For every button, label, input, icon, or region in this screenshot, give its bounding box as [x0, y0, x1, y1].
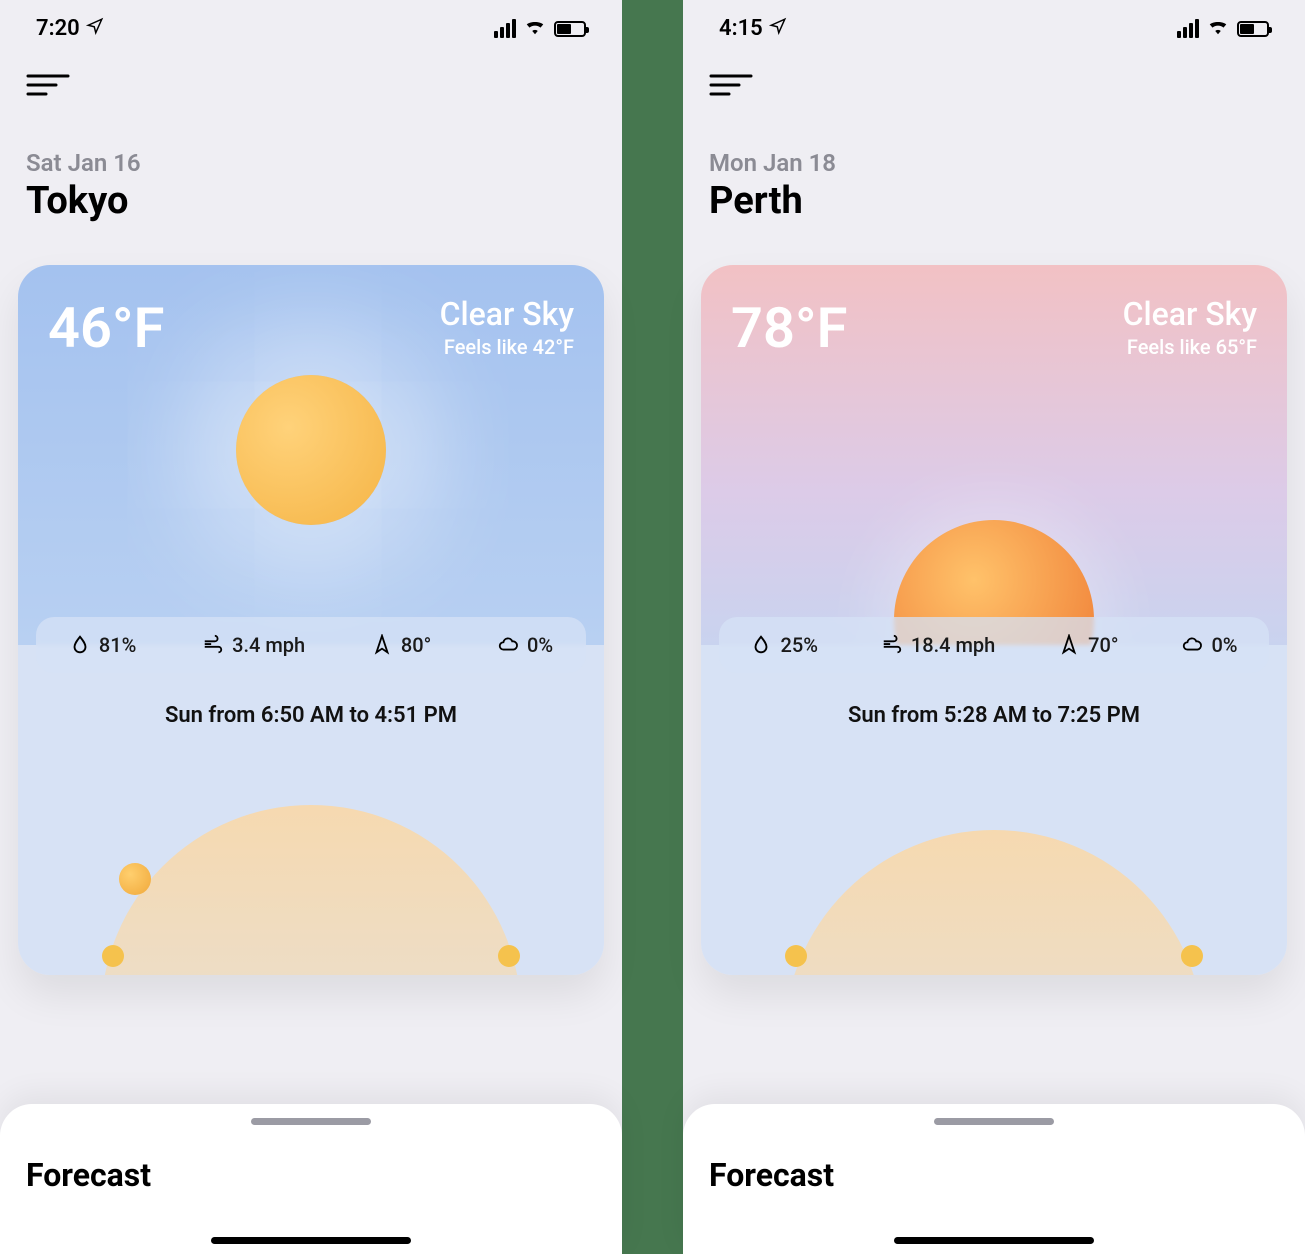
- sun-times-text: Sun from 6:50 AM to 4:51 PM: [18, 703, 604, 728]
- forecast-panel[interactable]: Forecast: [0, 1104, 622, 1254]
- direction-stat: 80°: [371, 633, 431, 657]
- location-arrow-icon: [769, 16, 787, 41]
- date-text: Mon Jan 18: [709, 149, 1279, 177]
- feels-like-text: Feels like 65°F: [1123, 335, 1257, 359]
- cellular-signal-icon: [1177, 19, 1199, 38]
- date-text: Sat Jan 16: [26, 149, 596, 177]
- city-text: Perth: [709, 179, 1279, 223]
- weather-card: 46°F Clear Sky Feels like 42°F 81% 3.4 m…: [18, 265, 604, 975]
- drag-handle[interactable]: [251, 1118, 371, 1125]
- forecast-title: Forecast: [709, 1156, 1279, 1194]
- condition-text: Clear Sky: [1123, 295, 1257, 333]
- stats-row: 25% 18.4 mph 70° 0%: [719, 617, 1269, 673]
- location-arrow-icon: [86, 16, 104, 41]
- forecast-panel[interactable]: Forecast: [683, 1104, 1305, 1254]
- cloud-icon: [1181, 634, 1203, 656]
- menu-button[interactable]: [683, 49, 1305, 101]
- city-text: Tokyo: [26, 179, 596, 223]
- cloud-icon: [497, 634, 519, 656]
- status-time: 7:20: [36, 16, 80, 41]
- sunrise-dot: [785, 945, 807, 967]
- compass-icon: [371, 634, 393, 656]
- droplet-icon: [750, 634, 772, 656]
- humidity-stat: 25%: [750, 633, 817, 657]
- feels-like-text: Feels like 42°F: [440, 335, 574, 359]
- cloud-stat: 0%: [497, 633, 553, 657]
- humidity-value: 81%: [99, 633, 136, 657]
- sun-times-text: Sun from 5:28 AM to 7:25 PM: [701, 703, 1287, 728]
- temperature-text: 78°F: [731, 295, 847, 645]
- wind-icon: [881, 634, 903, 656]
- sun-arc: [701, 745, 1287, 975]
- wind-value: 3.4 mph: [232, 633, 305, 657]
- header: Sat Jan 16 Tokyo: [0, 101, 622, 239]
- weather-card-bottom: Sun from 5:28 AM to 7:25 PM: [701, 645, 1287, 975]
- sunset-dot: [1181, 945, 1203, 967]
- humidity-value: 25%: [780, 633, 817, 657]
- cloud-stat: 0%: [1181, 633, 1237, 657]
- sun-icon: [236, 375, 386, 525]
- status-bar: 7:20: [0, 0, 622, 49]
- wind-icon: [202, 634, 224, 656]
- weather-card-top: 78°F Clear Sky Feels like 65°F 25% 18.4 …: [701, 265, 1287, 645]
- menu-button[interactable]: [0, 49, 622, 101]
- wifi-icon: [1207, 16, 1229, 41]
- wind-stat: 3.4 mph: [202, 633, 305, 657]
- humidity-stat: 81%: [69, 633, 136, 657]
- droplet-icon: [69, 634, 91, 656]
- phone-screen-perth: 4:15 Mon Jan 18 Perth 78°F Clear Sky Fee…: [683, 0, 1305, 1254]
- wind-value: 18.4 mph: [911, 633, 995, 657]
- wind-stat: 18.4 mph: [881, 633, 995, 657]
- compass-icon: [1058, 634, 1080, 656]
- weather-card-bottom: Sun from 6:50 AM to 4:51 PM: [18, 645, 604, 975]
- header: Mon Jan 18 Perth: [683, 101, 1305, 239]
- wifi-icon: [524, 16, 546, 41]
- home-indicator[interactable]: [894, 1237, 1094, 1244]
- cloud-value: 0%: [1211, 633, 1237, 657]
- home-indicator[interactable]: [211, 1237, 411, 1244]
- sunrise-dot: [102, 945, 124, 967]
- direction-value: 70°: [1088, 633, 1118, 657]
- sun-arc: [18, 745, 604, 975]
- phone-screen-tokyo: 7:20 Sat Jan 16 Tokyo 46°F Clear Sky Fee…: [0, 0, 622, 1254]
- forecast-title: Forecast: [26, 1156, 596, 1194]
- cellular-signal-icon: [494, 19, 516, 38]
- sun-position-dot: [119, 863, 151, 895]
- cloud-value: 0%: [527, 633, 553, 657]
- weather-card: 78°F Clear Sky Feels like 65°F 25% 18.4 …: [701, 265, 1287, 975]
- status-time: 4:15: [719, 16, 763, 41]
- drag-handle[interactable]: [934, 1118, 1054, 1125]
- battery-icon: [554, 21, 586, 37]
- stats-row: 81% 3.4 mph 80° 0%: [36, 617, 586, 673]
- battery-icon: [1237, 21, 1269, 37]
- sunset-dot: [498, 945, 520, 967]
- weather-card-top: 46°F Clear Sky Feels like 42°F 81% 3.4 m…: [18, 265, 604, 645]
- condition-text: Clear Sky: [440, 295, 574, 333]
- direction-value: 80°: [401, 633, 431, 657]
- direction-stat: 70°: [1058, 633, 1118, 657]
- temperature-text: 46°F: [48, 295, 164, 645]
- status-bar: 4:15: [683, 0, 1305, 49]
